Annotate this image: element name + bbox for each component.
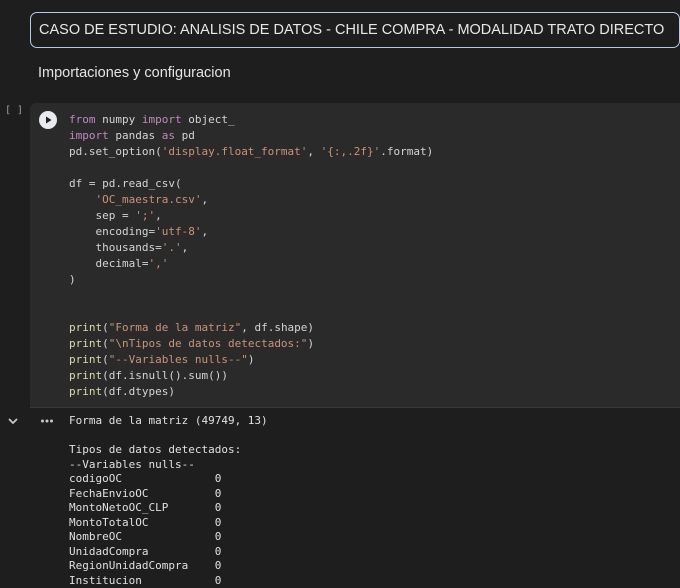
output-line: NombreOC 0 — [69, 530, 268, 545]
code-token: ';' — [135, 209, 155, 222]
code-token: , — [182, 241, 189, 254]
output-line: RegionUnidadCompra 0 — [69, 559, 268, 574]
code-token: ( — [102, 337, 109, 350]
markdown-title-cell[interactable]: CASO DE ESTUDIO: ANALISIS DE DATOS - CHI… — [30, 12, 680, 48]
output-line: Tipos de datos detectados: — [69, 443, 268, 458]
code-token: ( — [102, 353, 109, 366]
notebook-title: CASO DE ESTUDIO: ANALISIS DE DATOS - CHI… — [39, 22, 664, 38]
code-line: ) — [69, 272, 433, 288]
output-line: Forma de la matriz (49749, 13) — [69, 414, 268, 429]
output-line: FechaEnvioOC 0 — [69, 487, 268, 502]
code-editor[interactable]: from numpy import object_import pandas a… — [69, 112, 433, 400]
output-line: UnidadCompra 0 — [69, 545, 268, 560]
code-token: ) — [307, 337, 314, 350]
code-token: "\nTipos de datos detectados:" — [109, 337, 308, 350]
code-token: numpy — [96, 113, 142, 126]
code-token: thousands= — [69, 241, 162, 254]
code-token: "Forma de la matriz" — [109, 321, 241, 334]
code-token: ) — [248, 353, 255, 366]
code-token: , — [307, 145, 320, 158]
code-line: print("--Variables nulls--") — [69, 352, 433, 368]
code-token: , — [155, 209, 162, 222]
code-line — [69, 160, 433, 176]
code-token: decimal= — [69, 257, 148, 270]
code-token: sep = — [69, 209, 135, 222]
code-line: 'OC_maestra.csv', — [69, 192, 433, 208]
more-horiz-icon — [40, 414, 54, 428]
code-line: from numpy import object_ — [69, 112, 433, 128]
code-token: , df.shape) — [241, 321, 314, 334]
output-line: MontoTotalOC 0 — [69, 516, 268, 531]
code-token: print — [69, 353, 102, 366]
code-token: 'display.float_format' — [162, 145, 308, 158]
code-token: "--Variables nulls--" — [109, 353, 248, 366]
code-token: '.' — [162, 241, 182, 254]
code-token: 'utf-8' — [155, 225, 201, 238]
code-token: pd — [175, 129, 195, 142]
code-line: sep = ';', — [69, 208, 433, 224]
code-line — [69, 288, 433, 304]
cell-output-text: Forma de la matriz (49749, 13) Tipos de d… — [69, 414, 268, 588]
code-token: , — [201, 193, 208, 206]
code-token: ',' — [148, 257, 168, 270]
code-line: import pandas as pd — [69, 128, 433, 144]
code-token: ( — [102, 321, 109, 334]
code-token: ) — [69, 273, 76, 286]
code-token: object_ — [182, 113, 235, 126]
code-line: print(df.isnull().sum()) — [69, 368, 433, 384]
run-cell-button[interactable] — [39, 111, 57, 129]
output-menu-button[interactable] — [40, 414, 54, 433]
code-line: print("Forma de la matriz", df.shape) — [69, 320, 433, 336]
code-line: encoding='utf-8', — [69, 224, 433, 240]
code-token — [69, 193, 96, 206]
code-token: .format) — [380, 145, 433, 158]
code-token: (df.isnull().sum()) — [102, 369, 228, 382]
code-token: , — [201, 225, 208, 238]
code-token: import — [142, 113, 182, 126]
output-line: codigoOC 0 — [69, 472, 268, 487]
code-token: print — [69, 385, 102, 398]
output-line — [69, 429, 268, 444]
output-line: --Variables nulls-- — [69, 458, 268, 473]
code-token: df = pd.read_csv( — [69, 177, 182, 190]
code-line: print("\nTipos de datos detectados:") — [69, 336, 433, 352]
code-token: print — [69, 337, 102, 350]
code-line: pd.set_option('display.float_format', '{… — [69, 144, 433, 160]
code-token: as — [162, 129, 175, 142]
code-token: pandas — [109, 129, 162, 142]
code-token: print — [69, 369, 102, 382]
code-token: pd.set_option( — [69, 145, 162, 158]
code-token: '{:,.2f}' — [321, 145, 381, 158]
code-token: from — [69, 113, 96, 126]
code-line: thousands='.', — [69, 240, 433, 256]
output-line: MontoNetoOC_CLP 0 — [69, 501, 268, 516]
code-token: (df.dtypes) — [102, 385, 175, 398]
execution-count: [ ] — [5, 105, 23, 116]
section-heading: Importaciones y configuracion — [38, 65, 231, 81]
code-token: import — [69, 129, 109, 142]
code-token: encoding= — [69, 225, 155, 238]
chevron-down-icon — [6, 414, 20, 428]
code-line: decimal=',' — [69, 256, 433, 272]
play-icon — [43, 115, 53, 125]
code-line — [69, 304, 433, 320]
code-line: print(df.dtypes) — [69, 384, 433, 400]
code-token: print — [69, 321, 102, 334]
code-line: df = pd.read_csv( — [69, 176, 433, 192]
code-token: 'OC_maestra.csv' — [96, 193, 202, 206]
collapse-output-button[interactable] — [6, 414, 20, 433]
